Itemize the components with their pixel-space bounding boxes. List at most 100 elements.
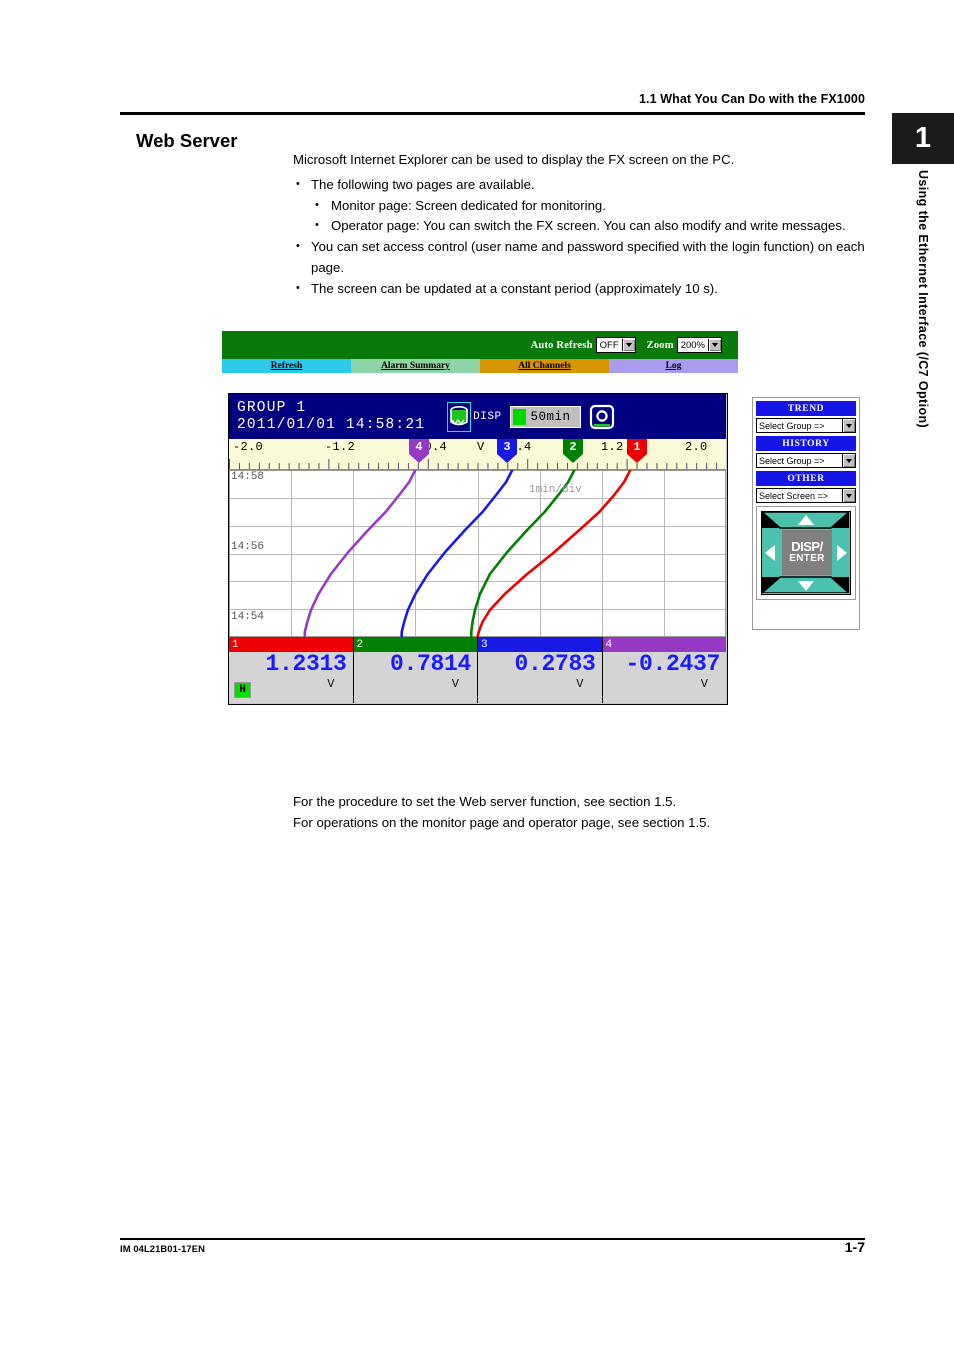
channel-number: 1 bbox=[229, 637, 353, 652]
sub-bullet-list: Monitor page: Screen dedicated for monit… bbox=[311, 195, 873, 238]
auto-refresh-value: OFF bbox=[599, 339, 619, 351]
list-item: Operator page: You can switch the FX scr… bbox=[311, 215, 873, 237]
chapter-tab-label-text: Using the Ethernet Interface (/C7 Option… bbox=[916, 170, 930, 429]
scale-ruler: -2.0 -1.2 -0.4 V 0.4 1.2 2.0 4 3 2 1 bbox=[229, 439, 726, 470]
channel-unit: V bbox=[451, 677, 459, 691]
channel-marker-2[interactable]: 2 bbox=[563, 439, 583, 463]
list-item-text: The following two pages are available. bbox=[311, 176, 535, 192]
channel-cell-2[interactable]: 2 0.7814 V bbox=[353, 637, 478, 703]
device-title-block: GROUP 1 2011/01/01 14:58:21 bbox=[237, 400, 425, 434]
chevron-down-icon[interactable] bbox=[708, 339, 721, 351]
list-item: The screen can be updated at a constant … bbox=[293, 278, 873, 300]
auto-refresh-label: Auto Refresh bbox=[530, 339, 593, 351]
channel-number: 2 bbox=[353, 637, 477, 652]
caption-line-2: For operations on the monitor page and o… bbox=[293, 814, 711, 830]
time-axis-label: 14:56 bbox=[231, 541, 265, 553]
trend-header: TREND bbox=[756, 401, 856, 416]
drum-icon bbox=[446, 400, 473, 433]
other-screen-value: Select Screen => bbox=[759, 490, 829, 501]
channel-cell-4[interactable]: 4 -0.2437 V bbox=[602, 637, 726, 703]
chapter-tab-label: Using the Ethernet Interface (/C7 Option… bbox=[892, 170, 954, 470]
nav-item-log[interactable]: Log bbox=[609, 359, 738, 373]
chevron-down-icon[interactable] bbox=[842, 419, 855, 432]
other-header: OTHER bbox=[756, 471, 856, 486]
chevron-down-icon[interactable] bbox=[621, 339, 635, 351]
operator-control-panel: TREND Select Group => HISTORY Select Gro… bbox=[752, 397, 860, 630]
time-axis-label: 14:54 bbox=[231, 611, 265, 623]
dpad-down-icon[interactable] bbox=[798, 581, 814, 591]
dpad-right-icon[interactable] bbox=[837, 545, 847, 561]
scale-unit-label: V bbox=[477, 440, 485, 454]
channel-cell-3[interactable]: 3 0.2783 V bbox=[478, 637, 603, 703]
camera-icon bbox=[589, 404, 615, 430]
list-item: You can set access control (user name an… bbox=[293, 236, 873, 279]
trend-canvas bbox=[229, 470, 726, 637]
channel-value: 0.2783 bbox=[514, 651, 596, 677]
channel-value: 0.7814 bbox=[389, 651, 471, 677]
group-label: GROUP 1 bbox=[237, 399, 307, 416]
nav-item-label: Refresh bbox=[270, 361, 303, 371]
browser-toolbar: Auto Refresh OFF Zoom 200% bbox=[222, 331, 738, 359]
channel-value: 1.2313 bbox=[265, 651, 347, 677]
channel-marker-3[interactable]: 3 bbox=[497, 439, 517, 463]
document-page: 1.1 What You Can Do with the FX1000 1 Us… bbox=[0, 0, 954, 1350]
nav-item-label: Alarm Summary bbox=[381, 361, 450, 371]
chevron-down-icon[interactable] bbox=[842, 454, 855, 467]
disp-enter-line1: DISP/ bbox=[791, 539, 823, 554]
channel-value: -0.2437 bbox=[625, 651, 720, 677]
trend-group-select[interactable]: Select Group => bbox=[756, 418, 856, 433]
caption-line-1: For the procedure to set the Web server … bbox=[293, 794, 677, 809]
scale-tick-label: 2.0 bbox=[685, 440, 708, 454]
span-badge: 50min bbox=[509, 405, 581, 428]
channel-unit: V bbox=[576, 677, 584, 691]
trend-plot: 14:58 14:56 14:54 1min/div bbox=[229, 470, 726, 637]
other-screen-select[interactable]: Select Screen => bbox=[756, 488, 856, 503]
history-group-select[interactable]: Select Group => bbox=[756, 453, 856, 468]
nav-item-alarm-summary[interactable]: Alarm Summary bbox=[351, 359, 480, 373]
history-group-value: Select Group => bbox=[759, 455, 825, 466]
nav-item-refresh[interactable]: Refresh bbox=[222, 359, 351, 373]
channel-unit: V bbox=[700, 677, 708, 691]
disp-enter-button[interactable]: DISP/ ENTER bbox=[782, 530, 832, 575]
running-header: 1.1 What You Can Do with the FX1000 bbox=[639, 92, 865, 106]
dpad-frame: DISP/ ENTER bbox=[756, 506, 856, 600]
chevron-down-icon[interactable] bbox=[842, 489, 855, 502]
channel-number: 4 bbox=[602, 637, 726, 652]
time-axis-label: 14:58 bbox=[231, 471, 265, 483]
time-per-div-annotation: 1min/div bbox=[529, 484, 582, 496]
dpad-up-icon[interactable] bbox=[798, 515, 814, 525]
list-item-text: Monitor page: Screen dedicated for monit… bbox=[331, 197, 606, 213]
channel-marker-4[interactable]: 4 bbox=[409, 439, 429, 463]
list-item-text: The screen can be updated at a constant … bbox=[311, 280, 718, 296]
status-badge: H bbox=[234, 682, 251, 698]
disp-enter-line2: ENTER bbox=[789, 553, 825, 564]
nav-item-label: Log bbox=[665, 361, 682, 371]
device-titlebar: GROUP 1 2011/01/01 14:58:21 DISP 50min bbox=[229, 394, 726, 439]
auto-refresh-select[interactable]: OFF bbox=[595, 337, 636, 353]
list-item-text: You can set access control (user name an… bbox=[311, 239, 865, 275]
channel-number: 3 bbox=[478, 637, 602, 652]
channel-unit: V bbox=[327, 677, 335, 691]
history-header: HISTORY bbox=[756, 436, 856, 451]
channel-marker-label: 2 bbox=[569, 439, 577, 454]
ruler-ticks bbox=[229, 459, 726, 470]
scale-tick-label: 1.2 bbox=[601, 440, 624, 454]
disp-label: DISP bbox=[473, 410, 502, 423]
nav-item-label: All Channels bbox=[518, 361, 571, 371]
zoom-select[interactable]: 200% bbox=[676, 337, 722, 353]
channel-marker-1[interactable]: 1 bbox=[627, 439, 647, 463]
trend-group-value: Select Group => bbox=[759, 420, 825, 431]
fx-device-screen: GROUP 1 2011/01/01 14:58:21 DISP 50min -… bbox=[228, 393, 728, 705]
header-rule bbox=[120, 112, 865, 115]
scale-tick-label: -2.0 bbox=[233, 440, 264, 454]
nav-item-all-channels[interactable]: All Channels bbox=[480, 359, 609, 373]
chapter-tab-number: 1 bbox=[914, 122, 932, 154]
list-item-text: Operator page: You can switch the FX scr… bbox=[331, 218, 846, 234]
page-number: 1-7 bbox=[844, 1239, 865, 1255]
web-server-screenshot: Auto Refresh OFF Zoom 200% Refresh Alarm… bbox=[222, 331, 860, 775]
channel-cell-1[interactable]: 1 1.2313 V H bbox=[229, 637, 354, 703]
body-copy: Microsoft Internet Explorer can be used … bbox=[293, 150, 873, 300]
span-color-block bbox=[512, 408, 526, 425]
dpad[interactable]: DISP/ ENTER bbox=[761, 511, 851, 595]
dpad-left-icon[interactable] bbox=[765, 545, 775, 561]
